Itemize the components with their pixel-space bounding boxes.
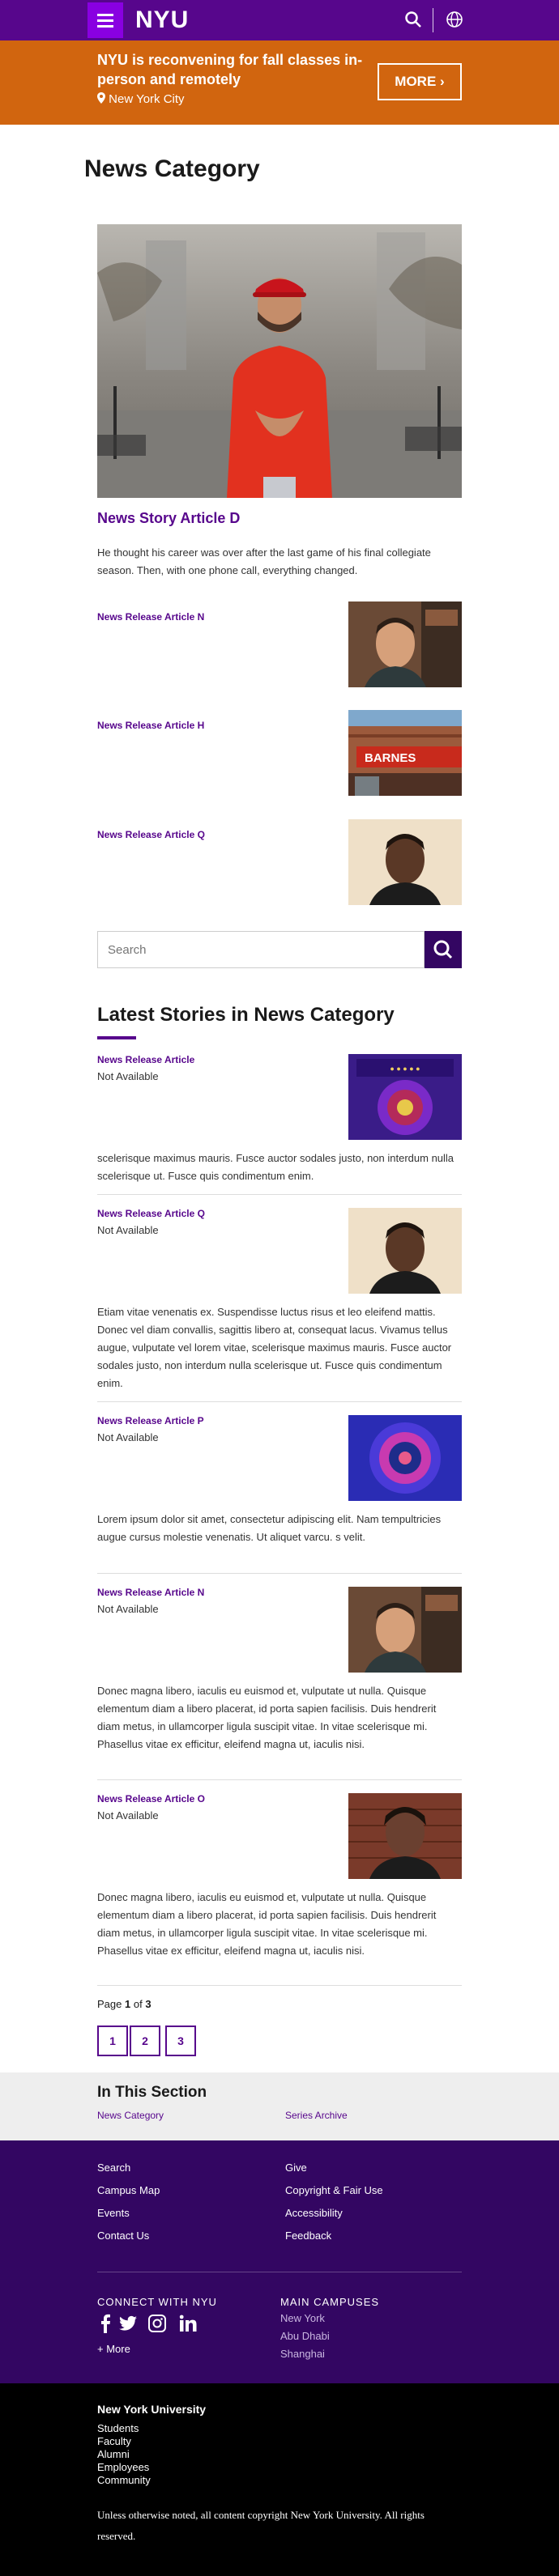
latest-item-title[interactable]: News Release Article O bbox=[97, 1793, 205, 1804]
page-title: News Category bbox=[84, 155, 260, 182]
campus-link-shanghai[interactable]: Shanghai bbox=[280, 2348, 325, 2360]
page-link-2[interactable]: 2 bbox=[130, 2026, 160, 2056]
search-field[interactable] bbox=[97, 931, 425, 968]
site-footer: Search Campus Map Events Contact Us Give… bbox=[0, 2140, 559, 2383]
latest-item-thumbnail[interactable]: ● ● ● ● ● bbox=[348, 1054, 462, 1140]
featured-story-image[interactable] bbox=[97, 224, 462, 498]
top-nav: NYU bbox=[0, 0, 559, 40]
divider bbox=[97, 1401, 462, 1402]
banner-location-label: New York City bbox=[109, 92, 185, 106]
latest-item-title[interactable]: News Release Article bbox=[97, 1054, 194, 1065]
latest-stories-heading: Latest Stories in News Category bbox=[97, 1004, 395, 1026]
bottom-heading[interactable]: New York University bbox=[97, 2403, 206, 2416]
bottom-link-alumni[interactable]: Alumni bbox=[97, 2448, 130, 2460]
current-page: 1 bbox=[125, 1998, 131, 2010]
search-icon[interactable] bbox=[403, 10, 423, 29]
campus-link-abu-dhabi[interactable]: Abu Dhabi bbox=[280, 2330, 330, 2342]
bottom-link-faculty[interactable]: Faculty bbox=[97, 2435, 131, 2447]
release-thumbnail[interactable]: BARNES bbox=[348, 710, 462, 796]
twitter-icon[interactable] bbox=[118, 2314, 138, 2333]
featured-story-title[interactable]: News Story Article D bbox=[97, 510, 240, 527]
bottom-link-community[interactable]: Community bbox=[97, 2474, 151, 2486]
divider bbox=[97, 1573, 462, 1574]
instagram-icon[interactable] bbox=[147, 2314, 167, 2333]
latest-item-description: scelerisque maximus mauris. Fusce auctor… bbox=[97, 1152, 454, 1182]
latest-item-status: Not Available bbox=[97, 1809, 159, 1821]
divider bbox=[97, 1985, 462, 1986]
list-item[interactable]: News Release Article H BARNES bbox=[97, 710, 462, 796]
section-link-series-archive[interactable]: Series Archive bbox=[285, 2110, 348, 2121]
banner-location: New York City bbox=[97, 92, 185, 106]
connect-more-link[interactable]: + More bbox=[97, 2343, 130, 2355]
footer-link-accessibility[interactable]: Accessibility bbox=[285, 2207, 343, 2219]
globe-icon[interactable] bbox=[445, 10, 464, 29]
footer-link-give[interactable]: Give bbox=[285, 2162, 307, 2174]
pagination-info: Page 1 of 3 bbox=[97, 1998, 151, 2010]
bottom-link-employees[interactable]: Employees bbox=[97, 2461, 149, 2473]
latest-item-thumbnail[interactable] bbox=[348, 1415, 462, 1501]
bottom-bar: New York University Students Faculty Alu… bbox=[0, 2383, 559, 2576]
more-button[interactable]: MORE › bbox=[378, 63, 462, 100]
nyu-logo[interactable]: NYU bbox=[135, 6, 189, 34]
connect-heading: CONNECT WITH NYU bbox=[97, 2296, 217, 2308]
featured-story-description: He thought his career was over after the… bbox=[97, 546, 431, 576]
latest-item-thumbnail[interactable] bbox=[348, 1793, 462, 1879]
latest-item-description: Donec magna libero, iaculis eu euismod e… bbox=[97, 1891, 437, 1957]
latest-item-status: Not Available bbox=[97, 1070, 159, 1082]
hamburger-icon[interactable] bbox=[87, 2, 123, 38]
bottom-link-students[interactable]: Students bbox=[97, 2422, 139, 2434]
campus-link-new-york[interactable]: New York bbox=[280, 2312, 325, 2324]
latest-item-thumbnail[interactable] bbox=[348, 1208, 462, 1294]
latest-item-thumbnail[interactable] bbox=[348, 1587, 462, 1673]
release-thumbnail[interactable] bbox=[348, 601, 462, 687]
banner-text: NYU is reconvening for fall classes in-p… bbox=[97, 52, 363, 87]
release-title[interactable]: News Release Article N bbox=[97, 611, 204, 623]
release-title[interactable]: News Release Article Q bbox=[97, 829, 205, 840]
section-heading: In This Section bbox=[97, 2084, 207, 2101]
footer-link-events[interactable]: Events bbox=[97, 2207, 130, 2219]
svg-text:● ● ● ● ●: ● ● ● ● ● bbox=[390, 1065, 420, 1073]
page-link-1[interactable]: 1 bbox=[97, 2026, 128, 2056]
list-item[interactable]: News Release Article N bbox=[97, 601, 462, 687]
latest-item-status: Not Available bbox=[97, 1431, 159, 1443]
footer-link-copyright[interactable]: Copyright & Fair Use bbox=[285, 2184, 383, 2196]
footer-link-search[interactable]: Search bbox=[97, 2162, 130, 2174]
release-thumbnail[interactable] bbox=[348, 819, 462, 905]
alert-banner: NYU is reconvening for fall classes in-p… bbox=[0, 40, 559, 125]
release-title[interactable]: News Release Article H bbox=[97, 720, 204, 731]
search-input[interactable] bbox=[98, 932, 424, 967]
page-label: Page bbox=[97, 1998, 122, 2010]
location-pin-icon bbox=[97, 92, 105, 104]
latest-item-title[interactable]: News Release Article Q bbox=[97, 1208, 205, 1219]
page-link-3[interactable]: 3 bbox=[165, 2026, 196, 2056]
copyright-text: Unless otherwise noted, all content copy… bbox=[97, 2509, 425, 2542]
footer-link-feedback[interactable]: Feedback bbox=[285, 2230, 331, 2242]
svg-text:BARNES: BARNES bbox=[365, 751, 416, 765]
facebook-icon[interactable] bbox=[96, 2314, 115, 2333]
latest-item-title[interactable]: News Release Article N bbox=[97, 1587, 204, 1598]
footer-link-contact[interactable]: Contact Us bbox=[97, 2230, 149, 2242]
latest-item-description: Etiam vitae venenatis ex. Suspendisse lu… bbox=[97, 1306, 452, 1389]
divider bbox=[97, 1779, 462, 1780]
total-pages: 3 bbox=[145, 1998, 151, 2010]
latest-item-description: Donec magna libero, iaculis eu euismod e… bbox=[97, 1685, 437, 1750]
in-this-section: In This Section News Category Series Arc… bbox=[0, 2072, 559, 2140]
heading-underline bbox=[97, 1036, 136, 1039]
linkedin-icon[interactable] bbox=[178, 2314, 198, 2333]
latest-item-title[interactable]: News Release Article P bbox=[97, 1415, 204, 1426]
latest-item-status: Not Available bbox=[97, 1224, 159, 1236]
list-item[interactable]: News Release Article Q bbox=[97, 819, 462, 905]
footer-link-campus-map[interactable]: Campus Map bbox=[97, 2184, 160, 2196]
latest-item-status: Not Available bbox=[97, 1603, 159, 1615]
divider bbox=[97, 1194, 462, 1195]
page-of: of bbox=[133, 1998, 143, 2010]
section-link-news-category[interactable]: News Category bbox=[97, 2110, 164, 2121]
search-submit-button[interactable] bbox=[425, 931, 462, 968]
search-icon bbox=[433, 940, 453, 959]
campuses-heading: MAIN CAMPUSES bbox=[280, 2296, 380, 2308]
latest-item-description: Lorem ipsum dolor sit amet, consectetur … bbox=[97, 1513, 442, 1543]
